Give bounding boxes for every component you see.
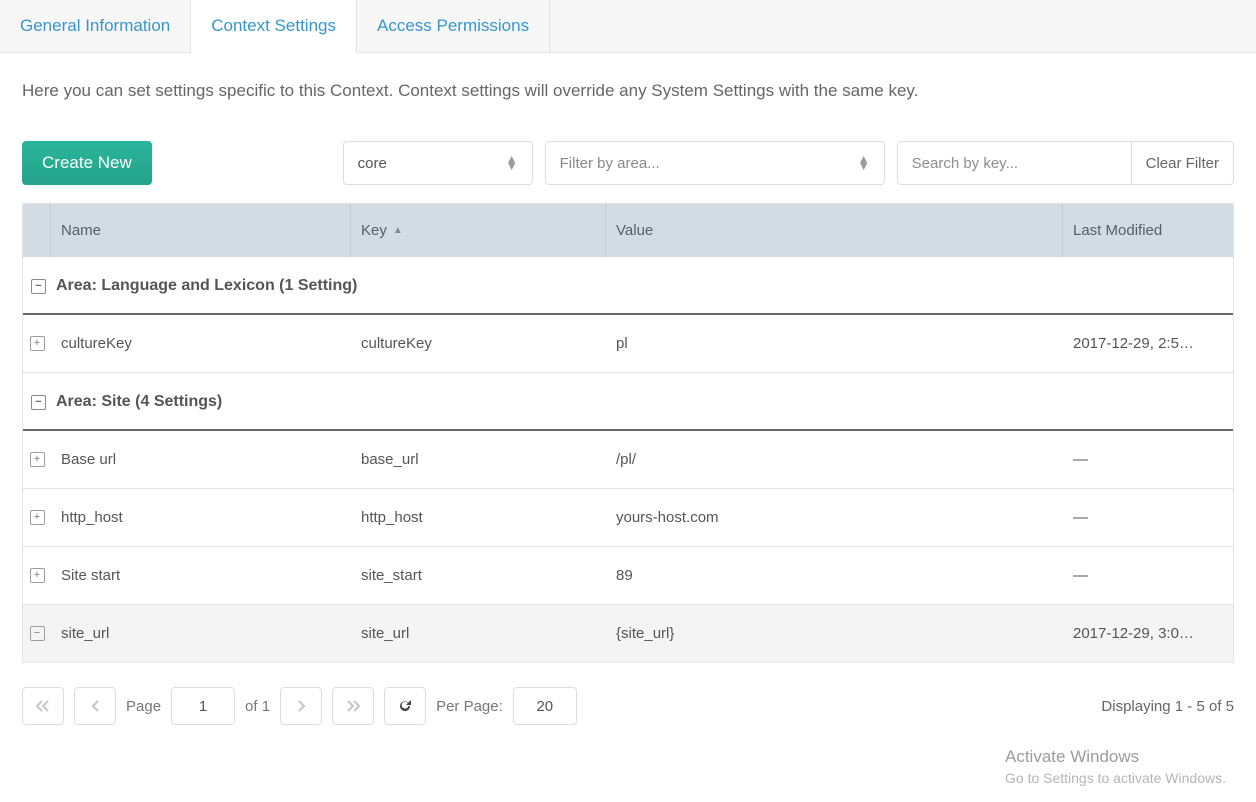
cell-modified: 2017-12-29, 2:5…	[1063, 315, 1233, 372]
chevron-left-icon	[91, 700, 100, 712]
table-row[interactable]: + http_host http_host yours-host.com —	[23, 489, 1233, 547]
table-row[interactable]: − site_url site_url {site_url} 2017-12-2…	[23, 605, 1233, 663]
double-chevron-left-icon	[36, 700, 50, 712]
cell-key: http_host	[351, 489, 606, 546]
display-count: Displaying 1 - 5 of 5	[1101, 698, 1234, 715]
grid-header: Name Key ▲ Value Last Modified	[23, 204, 1233, 257]
refresh-button[interactable]	[384, 687, 426, 725]
double-chevron-right-icon	[346, 700, 360, 712]
page-label: Page	[126, 698, 161, 715]
cell-key: base_url	[351, 431, 606, 488]
group-row[interactable]: − Area: Language and Lexicon (1 Setting)	[23, 257, 1233, 315]
cell-value: /pl/	[606, 431, 1063, 488]
group-row[interactable]: − Area: Site (4 Settings)	[23, 373, 1233, 431]
table-row[interactable]: + Site start site_start 89 —	[23, 547, 1233, 605]
table-row[interactable]: + Base url base_url /pl/ —	[23, 431, 1233, 489]
namespace-select[interactable]: core ▲▼	[343, 141, 533, 185]
tab-context-settings[interactable]: Context Settings	[191, 0, 357, 53]
cell-key: site_url	[351, 605, 606, 662]
cell-value: {site_url}	[606, 605, 1063, 662]
last-page-button[interactable]	[332, 687, 374, 725]
per-page-input[interactable]	[513, 687, 577, 725]
panel-description: Here you can set settings specific to th…	[0, 53, 1256, 135]
refresh-icon	[397, 698, 413, 714]
chevron-updown-icon: ▲▼	[858, 156, 870, 170]
search-key-input[interactable]	[897, 141, 1132, 185]
cell-name: Base url	[51, 431, 351, 488]
os-activation-watermark: Activate Windows Go to Settings to activ…	[1005, 746, 1226, 788]
area-filter-placeholder: Filter by area...	[560, 155, 660, 172]
cell-name: cultureKey	[51, 315, 351, 372]
cell-value: 89	[606, 547, 1063, 604]
cell-value: yours-host.com	[606, 489, 1063, 546]
collapse-icon[interactable]: −	[31, 279, 46, 294]
group-label: Area: Language and Lexicon (1 Setting)	[56, 277, 357, 295]
cell-value: pl	[606, 315, 1063, 372]
cell-modified: 2017-12-29, 3:0…	[1063, 605, 1233, 662]
expand-icon[interactable]: +	[30, 452, 45, 467]
expand-icon[interactable]: +	[30, 568, 45, 583]
cell-name: http_host	[51, 489, 351, 546]
sort-asc-icon: ▲	[393, 225, 403, 236]
paging-toolbar: Page of 1 Per Page: Displaying 1 - 5 of …	[22, 687, 1234, 725]
watermark-subtitle: Go to Settings to activate Windows.	[1005, 769, 1226, 788]
column-key-label: Key	[361, 222, 387, 239]
grid-header-toggle	[23, 204, 51, 257]
expand-icon[interactable]: +	[30, 336, 45, 351]
cell-modified: —	[1063, 547, 1233, 604]
table-row[interactable]: + cultureKey cultureKey pl 2017-12-29, 2…	[23, 315, 1233, 373]
chevron-updown-icon: ▲▼	[506, 156, 518, 170]
next-page-button[interactable]	[280, 687, 322, 725]
settings-grid: Name Key ▲ Value Last Modified − Area: L…	[22, 203, 1234, 663]
chevron-right-icon	[297, 700, 306, 712]
tab-access-permissions[interactable]: Access Permissions	[357, 0, 550, 52]
watermark-title: Activate Windows	[1005, 746, 1226, 769]
first-page-button[interactable]	[22, 687, 64, 725]
column-value[interactable]: Value	[606, 204, 1063, 257]
group-label: Area: Site (4 Settings)	[56, 393, 222, 411]
cell-key: site_start	[351, 547, 606, 604]
cell-name: site_url	[51, 605, 351, 662]
page-of-label: of 1	[245, 698, 270, 715]
area-filter-select[interactable]: Filter by area... ▲▼	[545, 141, 885, 185]
cell-modified: —	[1063, 431, 1233, 488]
clear-filter-button[interactable]: Clear Filter	[1132, 141, 1234, 185]
expand-icon[interactable]: +	[30, 510, 45, 525]
page-number-input[interactable]	[171, 687, 235, 725]
collapse-icon[interactable]: −	[30, 626, 45, 641]
cell-name: Site start	[51, 547, 351, 604]
collapse-icon[interactable]: −	[31, 395, 46, 410]
tab-bar: General Information Context Settings Acc…	[0, 0, 1256, 53]
namespace-select-value: core	[358, 155, 387, 172]
tab-general-information[interactable]: General Information	[0, 0, 191, 52]
column-key[interactable]: Key ▲	[351, 204, 606, 257]
cell-key: cultureKey	[351, 315, 606, 372]
column-last-modified[interactable]: Last Modified	[1063, 204, 1233, 257]
per-page-label: Per Page:	[436, 698, 503, 715]
column-name[interactable]: Name	[51, 204, 351, 257]
cell-modified: —	[1063, 489, 1233, 546]
settings-toolbar: Create New core ▲▼ Filter by area... ▲▼ …	[0, 135, 1256, 203]
prev-page-button[interactable]	[74, 687, 116, 725]
create-new-button[interactable]: Create New	[22, 141, 152, 185]
